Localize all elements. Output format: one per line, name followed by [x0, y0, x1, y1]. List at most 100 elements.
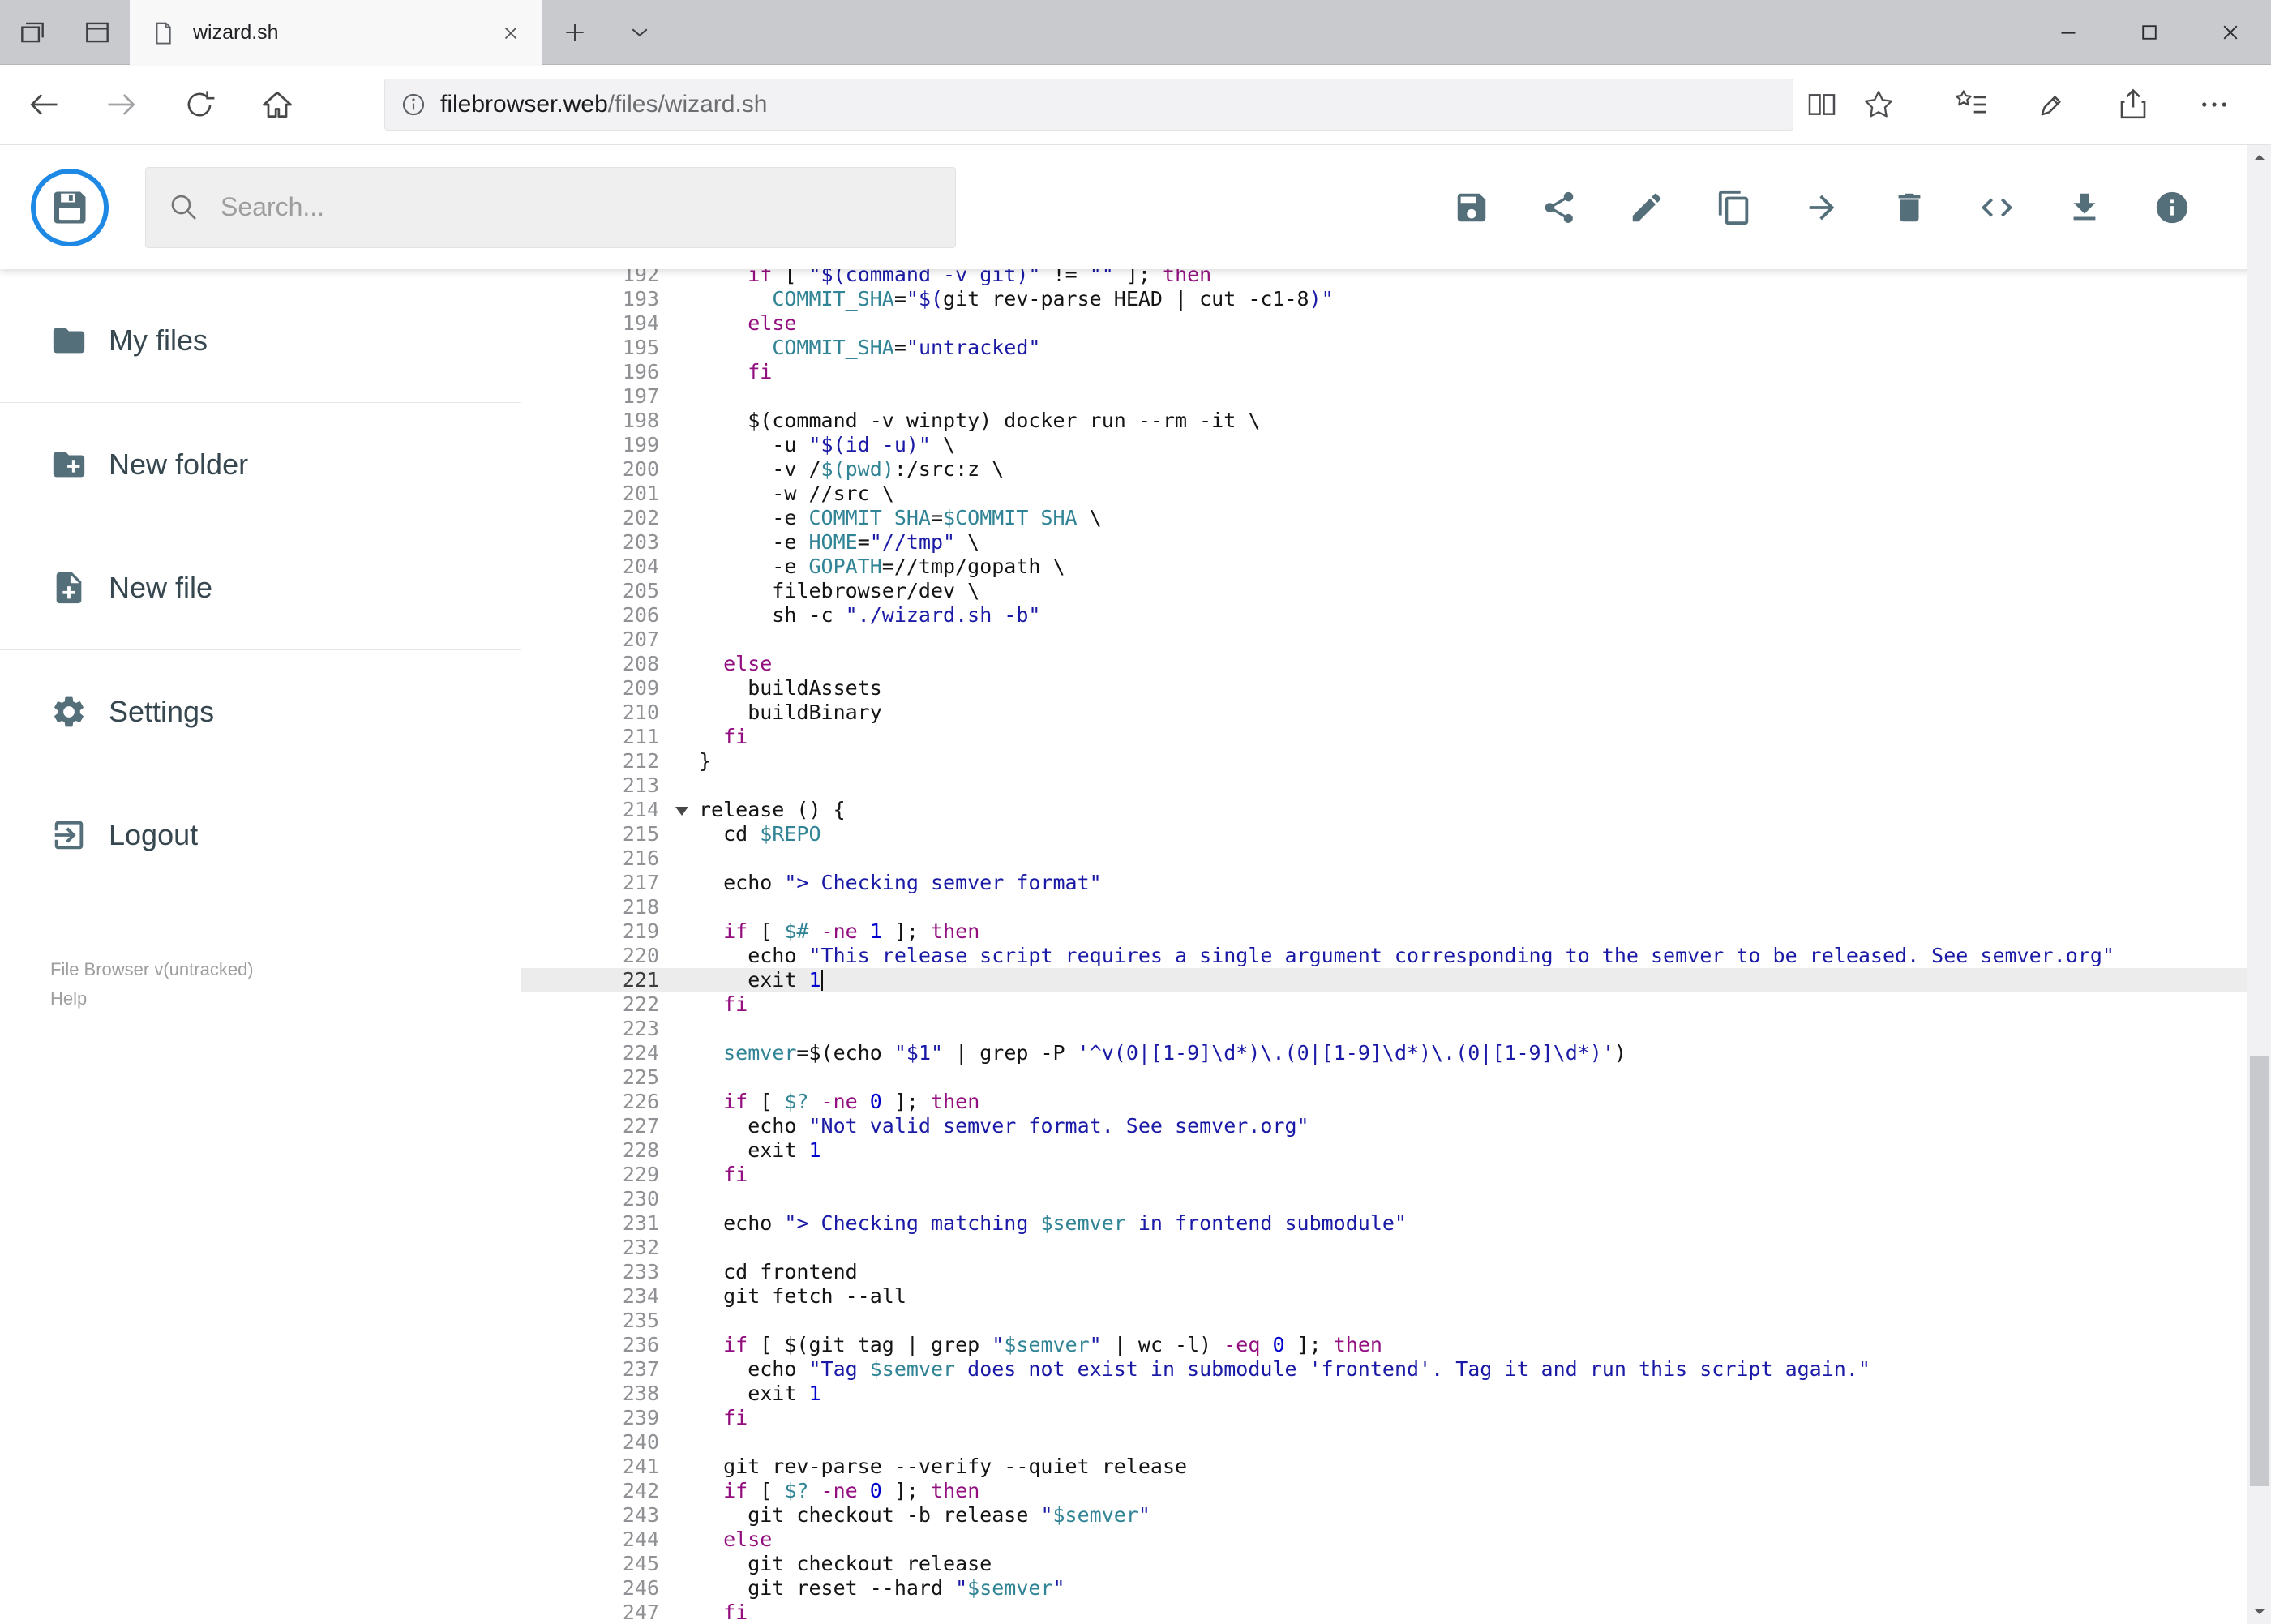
line-number[interactable]: 240 — [521, 1430, 667, 1455]
code-line[interactable]: 207 — [521, 628, 2271, 652]
line-number[interactable]: 208 — [521, 652, 667, 676]
tab-list-chevron-icon[interactable] — [607, 0, 672, 64]
reading-view-button[interactable] — [1793, 76, 1850, 133]
code-line[interactable]: 243 git checkout -b release "$semver" — [521, 1503, 2271, 1528]
code-line[interactable]: 221 exit 1 — [521, 968, 2271, 992]
sidebar-item-logout[interactable]: Logout — [0, 795, 521, 876]
line-number[interactable]: 210 — [521, 701, 667, 725]
home-button[interactable] — [248, 75, 306, 134]
code-editor[interactable]: 192 if [ "$(command -v git)" != "" ]; th… — [521, 269, 2271, 1624]
fold-arrow-icon[interactable] — [675, 807, 688, 816]
line-number[interactable]: 214 — [521, 798, 688, 822]
tabs-preview-button[interactable] — [65, 0, 130, 64]
code-line[interactable]: 234 git fetch --all — [521, 1284, 2271, 1309]
address-bar[interactable]: filebrowser.web/files/wizard.sh — [384, 79, 1793, 131]
site-info-icon[interactable] — [400, 91, 427, 118]
code-line[interactable]: 242 if [ $? -ne 0 ]; then — [521, 1479, 2271, 1503]
hub-favorites-button[interactable] — [1930, 75, 2012, 134]
line-number[interactable]: 213 — [521, 773, 667, 798]
code-line[interactable]: 208 else — [521, 652, 2271, 676]
line-number[interactable]: 217 — [521, 871, 667, 895]
web-note-pen-button[interactable] — [2012, 75, 2093, 134]
code-line[interactable]: 198 $(command -v winpty) docker run --rm… — [521, 409, 2271, 433]
code-line[interactable]: 213 — [521, 773, 2271, 798]
code-line[interactable]: 222 fi — [521, 992, 2271, 1017]
line-number[interactable]: 196 — [521, 360, 667, 384]
line-number[interactable]: 203 — [521, 530, 667, 555]
delete-button[interactable] — [1866, 164, 1953, 251]
code-line[interactable]: 247 fi — [521, 1600, 2271, 1624]
line-number[interactable]: 235 — [521, 1309, 667, 1333]
code-line[interactable]: 196 fi — [521, 360, 2271, 384]
line-number[interactable]: 241 — [521, 1455, 667, 1479]
sidebar-item-new-folder[interactable]: New folder — [0, 424, 521, 505]
line-number[interactable]: 230 — [521, 1187, 667, 1211]
code-line[interactable]: 241 git rev-parse --verify --quiet relea… — [521, 1455, 2271, 1479]
filebrowser-logo[interactable] — [31, 168, 109, 246]
browser-tab[interactable]: wizard.sh — [130, 0, 542, 66]
code-line[interactable]: 215 cd $REPO — [521, 822, 2271, 846]
code-line[interactable]: 235 — [521, 1309, 2271, 1333]
code-line[interactable]: 204 -e GOPATH=//tmp/gopath \ — [521, 555, 2271, 579]
line-number[interactable]: 212 — [521, 749, 667, 773]
info-button[interactable] — [2128, 164, 2216, 251]
line-number[interactable]: 231 — [521, 1211, 667, 1236]
line-number[interactable]: 207 — [521, 628, 667, 652]
line-number[interactable]: 215 — [521, 822, 667, 846]
line-number[interactable]: 211 — [521, 725, 667, 749]
refresh-button[interactable] — [170, 75, 229, 134]
line-number[interactable]: 204 — [521, 555, 667, 579]
scroll-down-arrow-icon[interactable] — [2247, 1600, 2271, 1624]
line-number[interactable]: 225 — [521, 1065, 667, 1090]
code-line[interactable]: 214 release () { — [521, 798, 2271, 822]
code-line[interactable]: 194 else — [521, 311, 2271, 336]
new-tab-button[interactable] — [542, 0, 607, 64]
code-line[interactable]: 202 -e COMMIT_SHA=$COMMIT_SHA \ — [521, 506, 2271, 530]
code-line[interactable]: 232 — [521, 1236, 2271, 1260]
line-number[interactable]: 245 — [521, 1552, 667, 1576]
forward-button[interactable] — [92, 75, 151, 134]
copy-button[interactable] — [1690, 164, 1778, 251]
line-number[interactable]: 229 — [521, 1163, 667, 1187]
line-number[interactable]: 227 — [521, 1114, 667, 1138]
code-line[interactable]: 200 -v /$(pwd):/src:z \ — [521, 457, 2271, 482]
line-number[interactable]: 234 — [521, 1284, 667, 1309]
line-number[interactable]: 244 — [521, 1528, 667, 1552]
code-line[interactable]: 225 — [521, 1065, 2271, 1090]
code-line[interactable]: 236 if [ $(git tag | grep "$semver" | wc… — [521, 1333, 2271, 1357]
save-button[interactable] — [1428, 164, 1515, 251]
line-number[interactable]: 239 — [521, 1406, 667, 1430]
line-number[interactable]: 222 — [521, 992, 667, 1017]
code-line[interactable]: 195 COMMIT_SHA="untracked" — [521, 336, 2271, 360]
download-button[interactable] — [2041, 164, 2128, 251]
tab-close-icon[interactable] — [500, 23, 521, 44]
line-number[interactable]: 221 — [521, 968, 667, 992]
line-number[interactable]: 202 — [521, 506, 667, 530]
code-line[interactable]: 233 cd frontend — [521, 1260, 2271, 1284]
code-line[interactable]: 203 -e HOME="//tmp" \ — [521, 530, 2271, 555]
add-favorite-star-button[interactable] — [1850, 76, 1907, 133]
code-line[interactable]: 239 fi — [521, 1406, 2271, 1430]
line-number[interactable]: 233 — [521, 1260, 667, 1284]
code-line[interactable]: 237 echo "Tag $semver does not exist in … — [521, 1357, 2271, 1382]
line-number[interactable]: 238 — [521, 1382, 667, 1406]
code-line[interactable]: 199 -u "$(id -u)" \ — [521, 433, 2271, 457]
code-line[interactable]: 220 echo "This release script requires a… — [521, 944, 2271, 968]
page-scrollbar[interactable] — [2247, 145, 2271, 1624]
code-line[interactable]: 212} — [521, 749, 2271, 773]
minimize-button[interactable] — [2028, 0, 2109, 64]
line-number[interactable]: 193 — [521, 287, 667, 311]
line-number[interactable]: 247 — [521, 1600, 667, 1624]
code-line[interactable]: 219 if [ $# -ne 1 ]; then — [521, 919, 2271, 944]
code-line[interactable]: 211 fi — [521, 725, 2271, 749]
raw-code-button[interactable] — [1953, 164, 2041, 251]
rename-edit-button[interactable] — [1603, 164, 1690, 251]
code-line[interactable]: 228 exit 1 — [521, 1138, 2271, 1163]
code-line[interactable]: 240 — [521, 1430, 2271, 1455]
code-line[interactable]: 216 — [521, 846, 2271, 871]
line-number[interactable]: 224 — [521, 1041, 667, 1065]
line-number[interactable]: 194 — [521, 311, 667, 336]
code-line[interactable]: 230 — [521, 1187, 2271, 1211]
code-line[interactable]: 206 sh -c "./wizard.sh -b" — [521, 603, 2271, 628]
line-number[interactable]: 242 — [521, 1479, 667, 1503]
